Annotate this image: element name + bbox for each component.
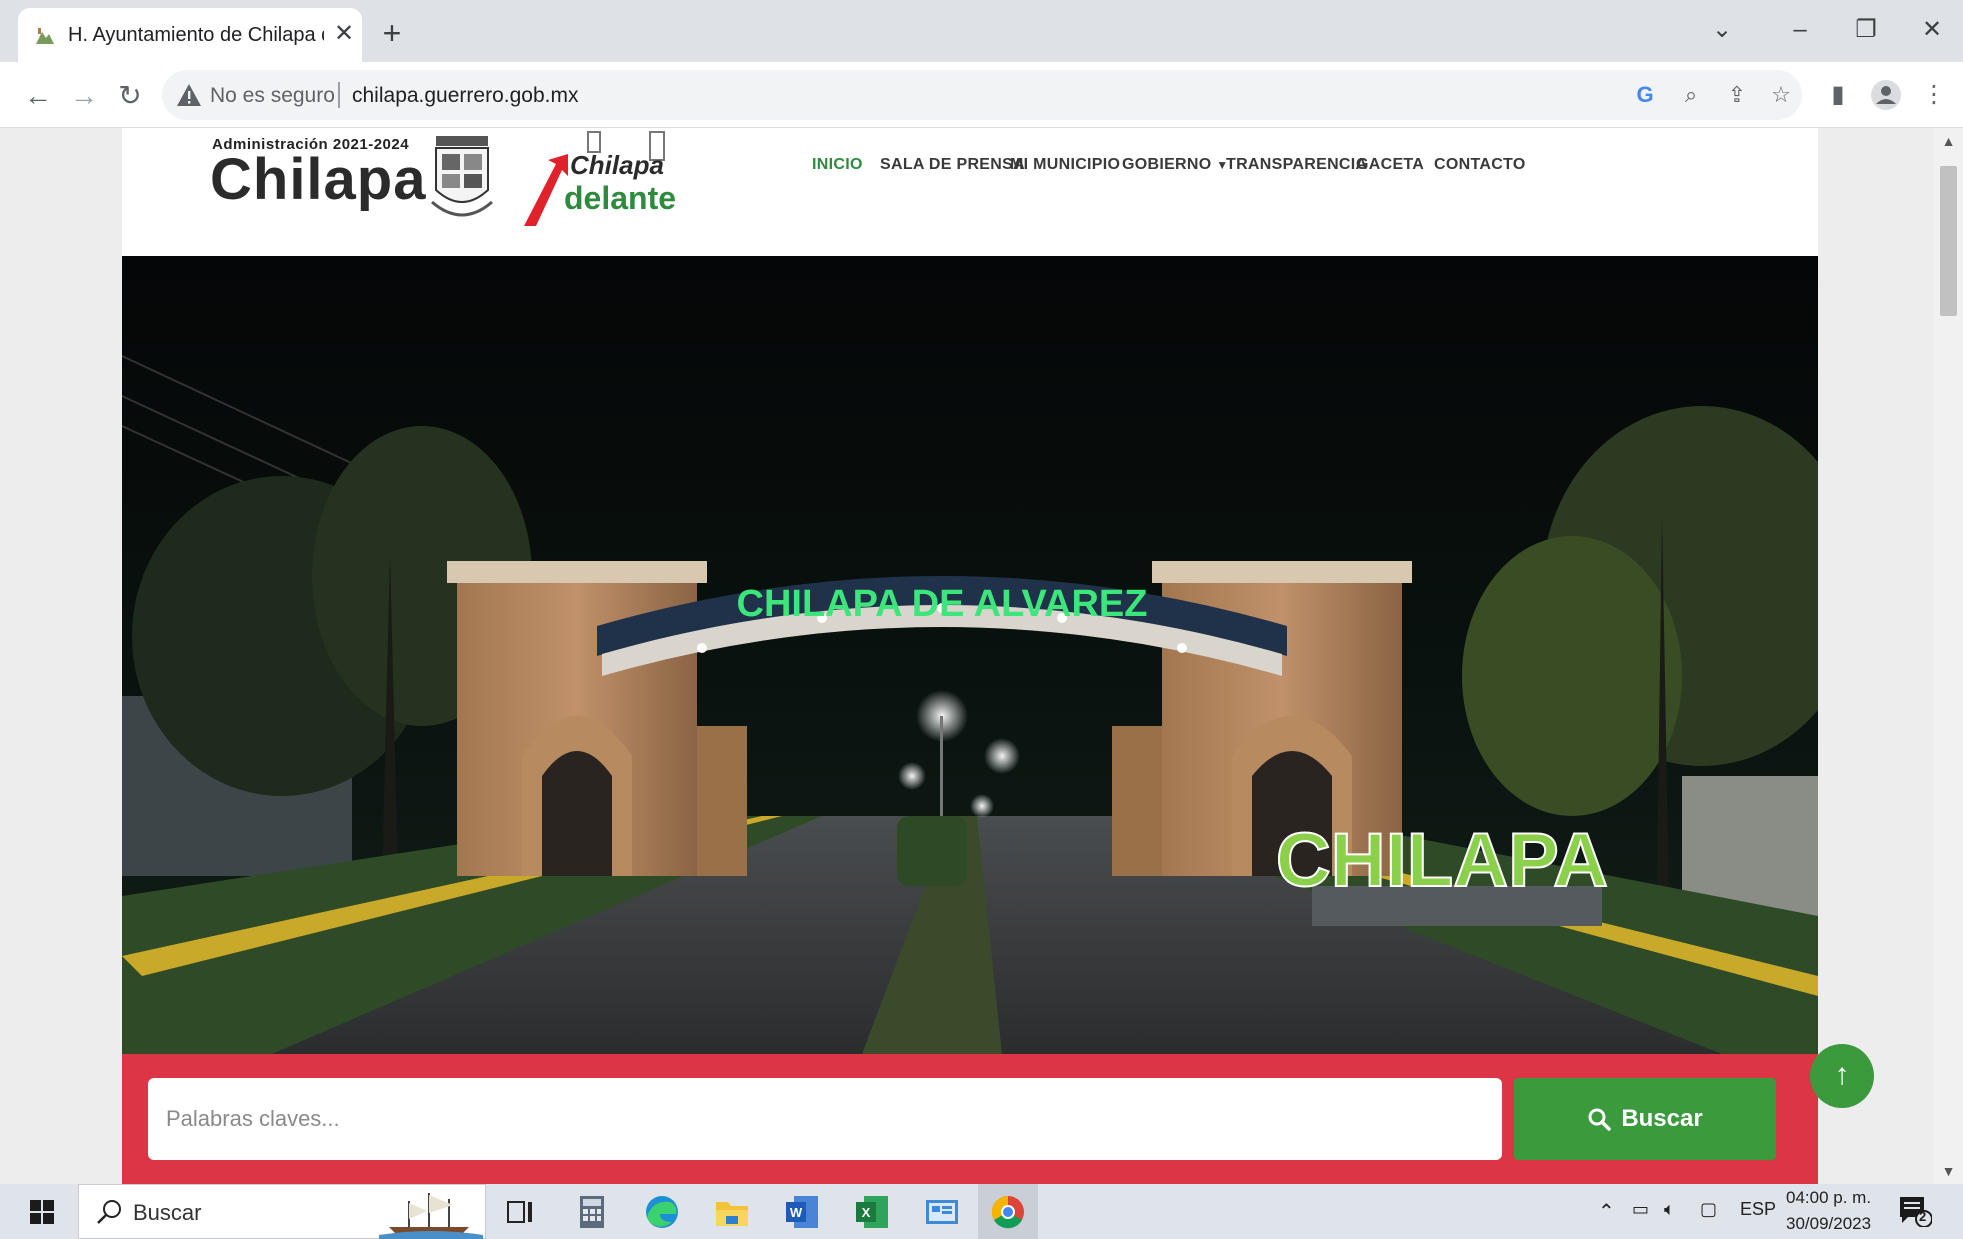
website: Administración 2021-2024 Chilapa Chilapa…: [122, 128, 1818, 1184]
control-panel-icon[interactable]: [922, 1192, 962, 1232]
volume-icon[interactable]: 🔈︎: [1664, 1199, 1675, 1220]
letters-sign-text: CHILAPA: [1276, 818, 1608, 903]
search-icon: [1588, 1108, 1612, 1131]
campaign-logo[interactable]: Chilapa delante: [522, 130, 682, 230]
search-band: Buscar: [122, 1054, 1818, 1184]
taskbar-search-box[interactable]: Buscar: [78, 1184, 486, 1239]
site-logo-text[interactable]: Chilapa: [210, 146, 427, 213]
new-tab-button[interactable]: +: [374, 16, 410, 52]
nav-sala-de-prensa[interactable]: SALA DE PRENSA: [880, 156, 1025, 174]
clock-date[interactable]: 30/09/2023: [1786, 1214, 1871, 1234]
bookmark-star-icon[interactable]: ☆: [1766, 80, 1796, 110]
site-header: Administración 2021-2024 Chilapa Chilapa…: [122, 128, 1818, 256]
url-text[interactable]: chilapa.guerrero.gob.mx: [352, 84, 578, 108]
scroll-up-arrow-icon[interactable]: ▲: [1934, 128, 1963, 154]
reload-icon[interactable]: ↻: [110, 76, 150, 116]
excel-app-icon[interactable]: X: [852, 1192, 892, 1232]
restore-icon[interactable]: ❐: [1846, 12, 1886, 48]
arrow-up-icon: ↑: [1834, 1058, 1850, 1091]
search-icon: [97, 1200, 121, 1224]
chat-bubble-icon: [1900, 1197, 1933, 1228]
clock-time[interactable]: 04:00 p. m.: [1786, 1188, 1871, 1208]
profile-icon[interactable]: [1868, 77, 1904, 113]
notification-center-icon[interactable]: 2: [1898, 1195, 1933, 1228]
search-button-label: Buscar: [1621, 1105, 1703, 1132]
campaign-bottom-text: delante: [564, 180, 677, 216]
nav-gobierno-label: GOBIERNO: [1122, 156, 1212, 173]
share-icon[interactable]: ⇪: [1722, 80, 1752, 110]
svg-text:X: X: [862, 1205, 871, 1220]
windows-taskbar: Buscar W X ⌃ ▭ 🔈︎ ▢ ESP 04:00 p. m. 30/0…: [0, 1184, 1963, 1239]
scroll-thumb[interactable]: [1940, 166, 1957, 316]
edge-browser-icon[interactable]: [642, 1192, 682, 1232]
notification-count: 2: [1919, 1209, 1927, 1224]
taskbar-search-label: Buscar: [133, 1200, 202, 1225]
task-view-icon[interactable]: [500, 1192, 540, 1232]
hero-illustration: CHILAPA DE ALVAREZ CHILAPA: [122, 256, 1818, 1054]
arch-sign-text: CHILAPA DE ALVAREZ: [737, 583, 1148, 625]
tab-close-icon[interactable]: ✕: [328, 18, 360, 50]
nav-mi-municipio[interactable]: MI MUNICIPIO: [1010, 156, 1120, 174]
back-icon[interactable]: ←: [18, 76, 58, 116]
scroll-to-top-button[interactable]: ↑: [1810, 1044, 1874, 1108]
keyword-search-input[interactable]: [148, 1078, 1502, 1160]
screen: H. Ayuntamiento de Chilapa de ✕ + ⌄ – ❐ …: [0, 0, 1963, 1239]
page-viewport: Administración 2021-2024 Chilapa Chilapa…: [0, 128, 1963, 1184]
side-panel-icon[interactable]: ▮: [1820, 77, 1856, 113]
nav-inicio[interactable]: INICIO: [812, 156, 863, 174]
input-language[interactable]: ESP: [1740, 1199, 1776, 1220]
site-favicon-icon: [36, 28, 54, 44]
network-icon[interactable]: ▢: [1700, 1199, 1717, 1220]
hero-image: CHILAPA DE ALVAREZ CHILAPA: [122, 256, 1818, 1054]
warning-icon[interactable]: [176, 82, 202, 108]
municipal-crest-icon: [431, 136, 493, 217]
address-bar[interactable]: No es seguro chilapa.guerrero.gob.mx G ⌕…: [162, 70, 1802, 120]
menu-icon[interactable]: ⋮: [1916, 77, 1952, 113]
battery-icon[interactable]: ▭: [1632, 1199, 1649, 1220]
search-button[interactable]: Buscar: [1514, 1078, 1776, 1160]
page-scrollbar[interactable]: ▲ ▼: [1934, 128, 1963, 1184]
windows-start-icon[interactable]: [14, 1190, 70, 1234]
campaign-top-text: Chilapa: [570, 150, 664, 180]
svg-text:W: W: [790, 1205, 803, 1220]
word-app-icon[interactable]: W: [782, 1192, 822, 1232]
nav-gaceta[interactable]: GACETA: [1356, 156, 1424, 174]
calculator-app-icon[interactable]: [572, 1192, 612, 1232]
nav-transparencia[interactable]: TRANSPARENCIA: [1226, 156, 1367, 174]
url-separator: [338, 82, 340, 108]
zoom-icon[interactable]: ⌕: [1676, 80, 1706, 110]
scroll-down-arrow-icon[interactable]: ▼: [1934, 1158, 1963, 1184]
browser-toolbar: ← → ↻ No es seguro chilapa.guerrero.gob.…: [0, 62, 1963, 128]
nav-gobierno[interactable]: GOBIERNO ▼: [1122, 156, 1228, 174]
tab-strip: H. Ayuntamiento de Chilapa de ✕ + ⌄ – ❐ …: [0, 0, 1963, 62]
security-label[interactable]: No es seguro: [210, 84, 335, 108]
file-explorer-icon[interactable]: [712, 1192, 752, 1232]
chevron-up-icon[interactable]: ⌃: [1598, 1199, 1615, 1224]
chrome-browser-icon[interactable]: [988, 1192, 1028, 1232]
forward-icon[interactable]: →: [64, 76, 104, 116]
close-window-icon[interactable]: ✕: [1912, 12, 1952, 48]
tab-search-icon[interactable]: ⌄: [1702, 12, 1742, 48]
nav-contacto[interactable]: CONTACTO: [1434, 156, 1526, 174]
tab-title: H. Ayuntamiento de Chilapa de: [68, 24, 324, 46]
minimize-icon[interactable]: –: [1780, 12, 1820, 48]
search-highlight-ship-icon: [379, 1193, 483, 1239]
browser-tab[interactable]: H. Ayuntamiento de Chilapa de ✕: [18, 8, 362, 62]
google-lens-icon[interactable]: G: [1630, 80, 1660, 110]
